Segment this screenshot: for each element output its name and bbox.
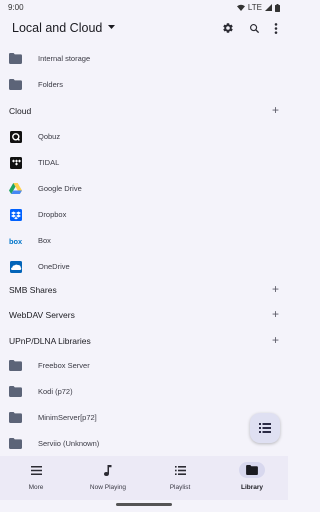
list-item-label: Kodi (p72)	[38, 387, 73, 396]
list-item-label: Google Drive	[38, 184, 82, 193]
more-vert-icon	[274, 22, 278, 34]
list-item-label: Freebox Server	[38, 361, 90, 370]
add-cloud-icon[interactable]: +	[272, 104, 279, 116]
add-upnp-icon[interactable]: +	[272, 334, 279, 346]
list-item-tidal[interactable]: TIDAL	[0, 151, 288, 176]
list-item-qobuz[interactable]: Qobuz	[0, 125, 288, 150]
list-item-serviio[interactable]: Serviio (Unknown)	[0, 432, 288, 457]
folder-icon	[9, 411, 22, 424]
list-item-label: Box	[38, 236, 51, 245]
nav-more[interactable]: More	[0, 456, 72, 500]
bottom-navigation: More Now Playing Playlist Library	[0, 456, 288, 500]
list-item-label: Internal storage	[38, 54, 91, 63]
list-item-google-drive[interactable]: Google Drive	[0, 177, 288, 202]
list-item-label: TIDAL	[38, 158, 60, 167]
folder-icon	[9, 437, 22, 450]
folder-icon	[9, 359, 22, 372]
search-button[interactable]	[246, 20, 262, 36]
section-title: WebDAV Servers	[9, 310, 75, 320]
list-item-minimserver[interactable]: MinimServer[p72]	[0, 406, 288, 431]
qobuz-icon	[9, 130, 22, 143]
dropdown-arrow-icon[interactable]	[108, 25, 115, 29]
folder-icon	[9, 52, 22, 65]
list-item-freebox-server[interactable]: Freebox Server	[0, 354, 288, 379]
add-webdav-icon[interactable]: +	[272, 308, 279, 320]
app-bar: Local and Cloud	[0, 14, 288, 42]
section-cloud: Cloud +	[0, 99, 288, 124]
list-item-label: Folders	[38, 80, 64, 89]
nav-label: Library	[240, 484, 264, 491]
list-item-folders[interactable]: Folders	[0, 73, 288, 98]
status-bar: 9:00 LTE	[0, 0, 288, 14]
folder-icon	[9, 78, 22, 91]
nav-label: More	[28, 484, 44, 491]
queue-fab[interactable]	[250, 413, 280, 443]
svg-text:box: box	[9, 237, 22, 245]
battery-icon	[275, 3, 280, 12]
nav-library[interactable]: Library	[216, 456, 288, 500]
list-item-label: Serviio (Unknown)	[38, 439, 100, 448]
add-smb-icon[interactable]: +	[272, 283, 279, 295]
list-item-dropbox[interactable]: Dropbox	[0, 203, 288, 228]
nav-label: Playlist	[169, 484, 191, 491]
list-item-kodi[interactable]: Kodi (p72)	[0, 380, 288, 405]
gear-icon	[223, 23, 233, 33]
section-webdav: WebDAV Servers +	[0, 303, 288, 328]
list-item-label: Qobuz	[38, 132, 61, 141]
section-upnp: UPnP/DLNA Libraries +	[0, 329, 288, 354]
folder-icon	[239, 462, 265, 478]
queue-list-icon	[259, 423, 271, 433]
tidal-icon	[9, 156, 22, 169]
list-item-label: OneDrive	[38, 262, 70, 271]
onedrive-icon	[9, 260, 22, 273]
gesture-handle[interactable]	[116, 503, 172, 506]
network-type: LTE	[247, 3, 262, 12]
source-title[interactable]: Local and Cloud	[12, 21, 102, 35]
overflow-menu-button[interactable]	[268, 20, 284, 36]
status-icons: LTE	[236, 3, 280, 12]
status-time: 9:00	[8, 3, 24, 12]
wifi-icon	[236, 4, 245, 11]
list-item-label: Dropbox	[38, 210, 67, 219]
settings-button[interactable]	[220, 20, 236, 36]
playlist-icon	[167, 462, 193, 478]
box-icon: box	[9, 234, 22, 247]
section-title: UPnP/DLNA Libraries	[9, 336, 91, 346]
nav-playlist[interactable]: Playlist	[144, 456, 216, 500]
list-item-label: MinimServer[p72]	[38, 413, 97, 422]
nav-label: Now Playing	[89, 484, 127, 491]
dropbox-icon	[9, 208, 22, 221]
search-icon	[249, 23, 259, 33]
section-title: SMB Shares	[9, 285, 57, 295]
menu-icon	[23, 462, 49, 478]
nav-now-playing[interactable]: Now Playing	[72, 456, 144, 500]
music-note-icon	[95, 462, 121, 478]
section-smb: SMB Shares +	[0, 278, 288, 303]
section-title: Cloud	[9, 106, 32, 116]
list-item-internal-storage[interactable]: Internal storage	[0, 47, 288, 72]
folder-icon	[9, 385, 22, 398]
list-item-onedrive[interactable]: OneDrive	[0, 255, 288, 280]
google-drive-icon	[9, 182, 22, 195]
list-item-box[interactable]: box Box	[0, 229, 288, 254]
signal-icon	[265, 4, 272, 11]
